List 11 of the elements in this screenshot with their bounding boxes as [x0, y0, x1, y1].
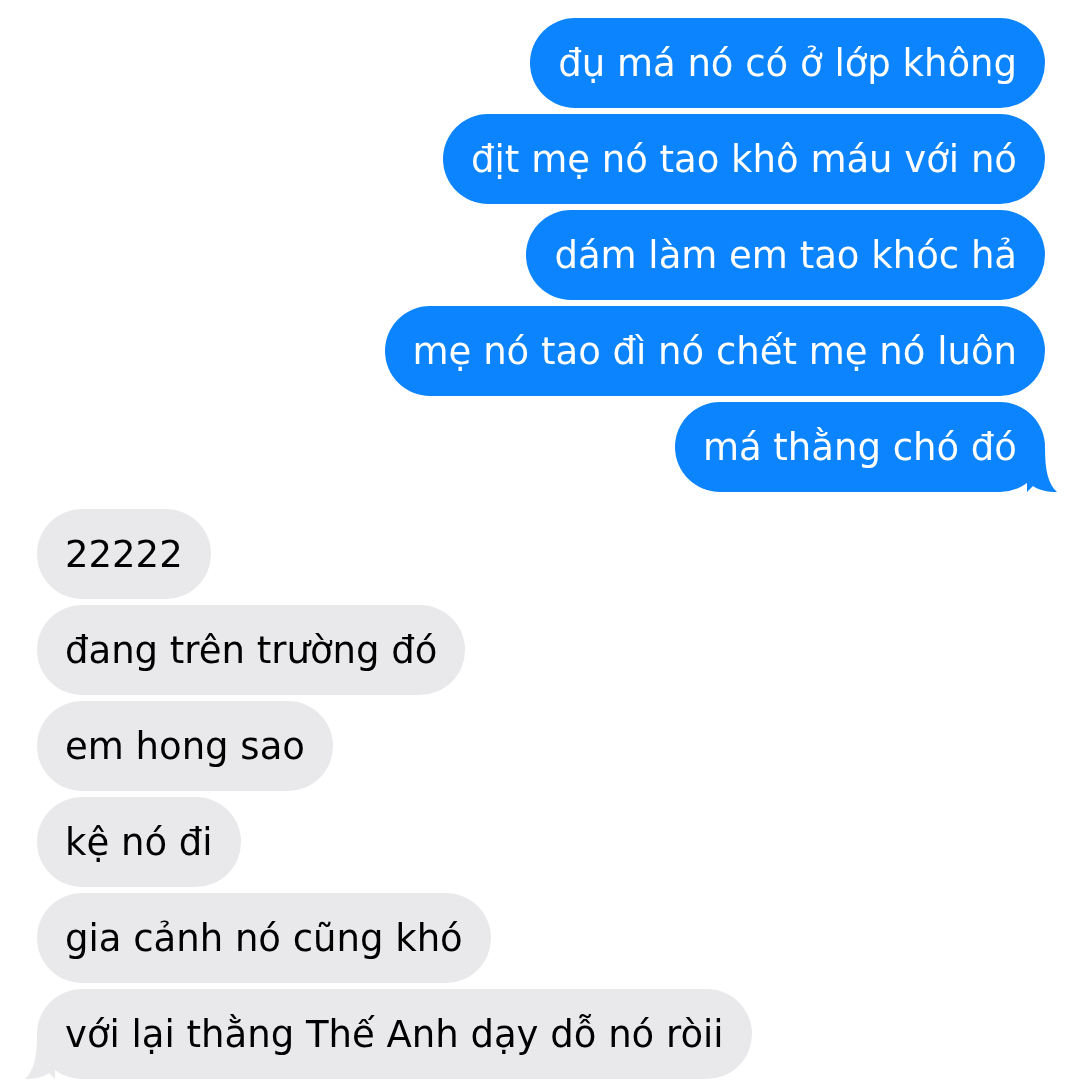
received-message-bubble: đang trên trường đó: [37, 605, 466, 695]
received-message-bubble: em hong sao: [37, 701, 333, 791]
received-message-bubble: với lại thằng Thế Anh dạy dỗ nó ròii: [37, 989, 752, 1079]
received-message-bubble: 22222: [37, 509, 211, 599]
sent-message-bubble: địt mẹ nó tao khô máu với nó: [443, 114, 1045, 204]
received-message-bubble: kệ nó đi: [37, 797, 241, 887]
sent-message-bubble: má thằng chó đó: [674, 402, 1045, 492]
sent-message-bubble: đụ má nó có ở lớp không: [530, 18, 1045, 108]
sent-message-bubble: mẹ nó tao đì nó chết mẹ nó luôn: [384, 306, 1045, 396]
sent-message-bubble: dám làm em tao khóc hả: [526, 210, 1045, 300]
received-message-bubble: gia cảnh nó cũng khó: [37, 893, 491, 983]
